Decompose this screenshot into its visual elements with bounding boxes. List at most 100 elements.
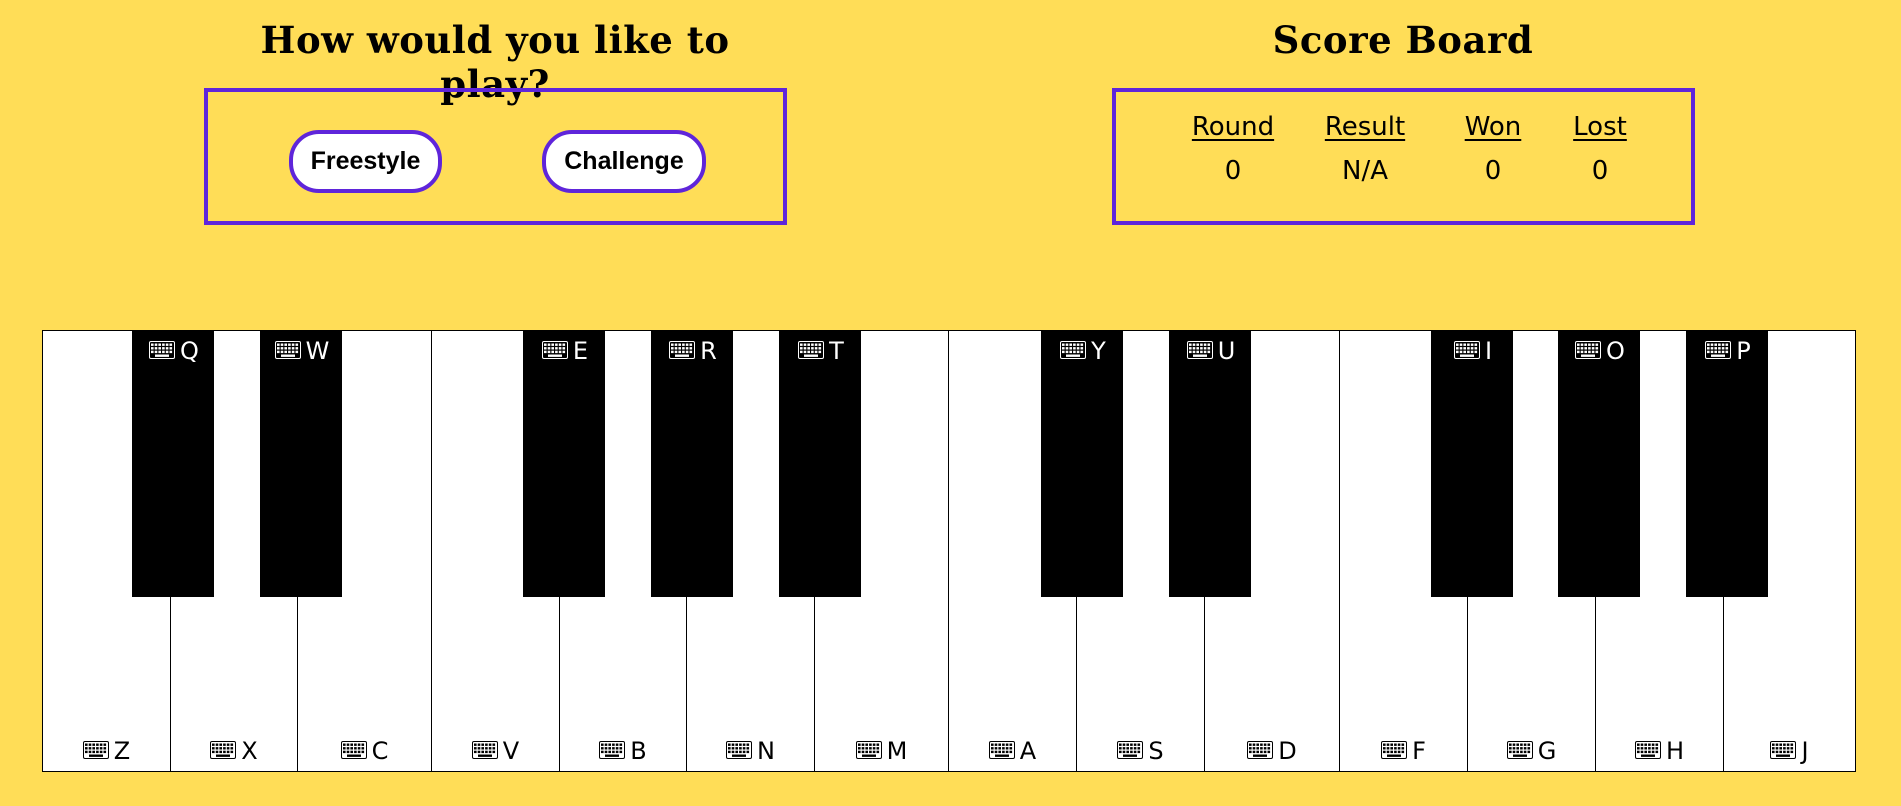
key-letter: E	[572, 337, 589, 365]
key-letter: R	[700, 337, 717, 365]
key-letter: B	[630, 737, 647, 765]
score-column-won: Won 0	[1453, 112, 1533, 186]
freestyle-button[interactable]: Freestyle	[289, 130, 442, 193]
black-key-u[interactable]: U	[1169, 331, 1251, 597]
key-letter: P	[1736, 337, 1751, 365]
keyboard-icon	[798, 337, 825, 365]
key-letter: C	[371, 737, 389, 765]
key-letter: W	[305, 337, 330, 365]
keyboard-icon	[1575, 337, 1602, 365]
key-label: A	[949, 737, 1076, 765]
keyboard-icon	[541, 337, 568, 365]
black-key-y[interactable]: Y	[1041, 331, 1123, 597]
key-letter: A	[1019, 737, 1037, 765]
keyboard-icon	[1453, 337, 1480, 365]
keyboard-icon	[988, 737, 1015, 765]
black-key-e[interactable]: E	[523, 331, 605, 597]
key-label: E	[523, 337, 605, 365]
round-value: 0	[1224, 156, 1242, 186]
keyboard-icon	[599, 737, 626, 765]
key-letter: X	[241, 737, 258, 765]
piano-keyboard: Z X C V B N M A S D F G H J Q W E R T Y U I O P	[42, 330, 1856, 772]
key-letter: I	[1484, 337, 1493, 365]
keyboard-icon	[1381, 737, 1408, 765]
key-letter: Z	[113, 737, 131, 765]
result-value: N/A	[1342, 156, 1388, 186]
key-label: H	[1596, 737, 1723, 765]
keyboard-icon	[149, 337, 176, 365]
keyboard-icon	[471, 737, 498, 765]
score-board-heading: Score Board	[1272, 18, 1534, 62]
key-letter: Y	[1091, 337, 1106, 365]
keyboard-icon	[1247, 737, 1274, 765]
key-label: B	[560, 737, 686, 765]
key-letter: O	[1606, 337, 1625, 365]
key-letter: H	[1665, 737, 1685, 765]
key-letter: J	[1801, 737, 1809, 765]
key-letter: S	[1148, 737, 1164, 765]
key-label: T	[779, 337, 861, 365]
black-key-o[interactable]: O	[1558, 331, 1640, 597]
key-label: Z	[43, 737, 170, 765]
key-letter: U	[1217, 337, 1236, 365]
key-label: F	[1340, 737, 1467, 765]
key-label: O	[1558, 337, 1640, 365]
won-value: 0	[1484, 156, 1502, 186]
keyboard-icon	[669, 337, 696, 365]
black-key-r[interactable]: R	[651, 331, 733, 597]
black-key-t[interactable]: T	[779, 331, 861, 597]
black-key-w[interactable]: W	[260, 331, 342, 597]
score-board-panel: Round 0 Result N/A Won 0 Lost 0	[1112, 88, 1695, 225]
won-header: Won	[1464, 112, 1522, 142]
keyboard-icon	[82, 737, 109, 765]
key-letter: F	[1412, 737, 1426, 765]
keyboard-icon	[855, 737, 882, 765]
keyboard-icon	[1060, 337, 1087, 365]
score-column-lost: Lost 0	[1562, 112, 1638, 186]
lost-header: Lost	[1573, 112, 1627, 142]
round-header: Round	[1191, 112, 1275, 142]
black-key-q[interactable]: Q	[132, 331, 214, 597]
challenge-button[interactable]: Challenge	[542, 130, 706, 193]
key-label: W	[260, 337, 342, 365]
key-label: Q	[132, 337, 214, 365]
key-label: R	[651, 337, 733, 365]
keyboard-icon	[1186, 337, 1213, 365]
key-label: N	[687, 737, 814, 765]
result-header: Result	[1324, 112, 1406, 142]
keyboard-icon	[1506, 737, 1533, 765]
key-label: M	[815, 737, 948, 765]
score-column-round: Round 0	[1179, 112, 1287, 186]
keyboard-icon	[1634, 737, 1661, 765]
key-letter: V	[502, 737, 520, 765]
black-key-p[interactable]: P	[1686, 331, 1768, 597]
score-column-result: Result N/A	[1315, 112, 1415, 186]
key-label: P	[1686, 337, 1768, 365]
key-letter: D	[1278, 737, 1297, 765]
key-letter: M	[886, 737, 908, 765]
key-label: X	[171, 737, 297, 765]
black-key-i[interactable]: I	[1431, 331, 1513, 597]
key-label: Y	[1041, 337, 1123, 365]
key-label: C	[298, 737, 431, 765]
key-label: J	[1724, 737, 1855, 765]
key-letter: Q	[180, 337, 199, 365]
keyboard-icon	[274, 337, 301, 365]
play-mode-panel: Freestyle Challenge	[204, 88, 787, 225]
key-letter: G	[1537, 737, 1557, 765]
keyboard-icon	[1705, 337, 1732, 365]
key-label: S	[1077, 737, 1204, 765]
key-label: V	[432, 737, 559, 765]
key-letter: T	[829, 337, 844, 365]
lost-value: 0	[1591, 156, 1609, 186]
keyboard-icon	[210, 737, 237, 765]
keyboard-icon	[1117, 737, 1144, 765]
key-label: I	[1431, 337, 1513, 365]
key-letter: N	[757, 737, 775, 765]
key-label: G	[1468, 737, 1595, 765]
keyboard-icon	[1770, 737, 1797, 765]
keyboard-icon	[340, 737, 367, 765]
key-label: U	[1169, 337, 1251, 365]
keyboard-icon	[726, 737, 753, 765]
key-label: D	[1205, 737, 1339, 765]
